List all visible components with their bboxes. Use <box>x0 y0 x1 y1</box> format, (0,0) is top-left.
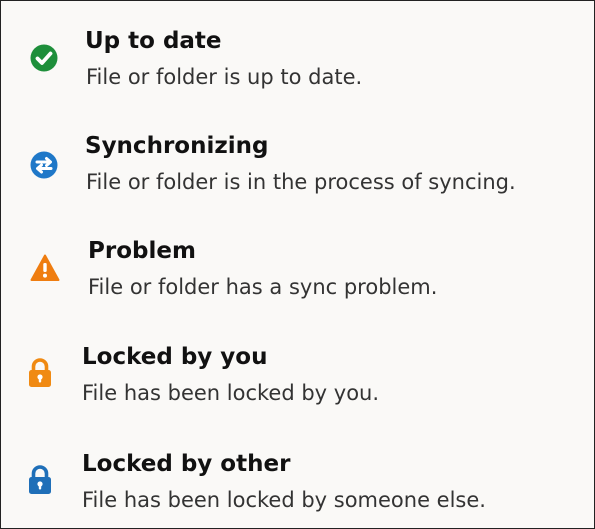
legend-item-problem: Problem File or folder has a sync proble… <box>1 237 594 317</box>
legend-item-description: File has been locked by you. <box>82 381 380 405</box>
legend-item-locked-by-you: Locked by you File has been locked by yo… <box>1 343 594 423</box>
sync-arrows-icon <box>29 150 59 180</box>
legend-item-title: Synchronizing <box>85 133 269 159</box>
legend-item-title: Locked by you <box>82 344 268 370</box>
warning-triangle-icon <box>30 253 60 283</box>
legend-item-synchronizing: Synchronizing File or folder is in the p… <box>1 132 594 212</box>
legend-item-description: File or folder is in the process of sync… <box>86 170 516 194</box>
legend-item-up-to-date: Up to date File or folder is up to date. <box>1 27 594 107</box>
legend-item-locked-by-other: Locked by other File has been locked by … <box>1 450 594 528</box>
legend-item-title: Up to date <box>85 28 222 54</box>
legend-item-description: File or folder is up to date. <box>86 65 363 89</box>
check-circle-icon <box>29 43 59 73</box>
sync-status-legend: Up to date File or folder is up to date.… <box>0 0 595 529</box>
legend-item-title: Problem <box>88 238 196 264</box>
legend-item-title: Locked by other <box>82 451 291 477</box>
lock-orange-icon <box>27 357 53 389</box>
legend-item-description: File or folder has a sync problem. <box>88 275 438 299</box>
lock-blue-icon <box>27 464 53 496</box>
legend-item-description: File has been locked by someone else. <box>82 488 486 512</box>
